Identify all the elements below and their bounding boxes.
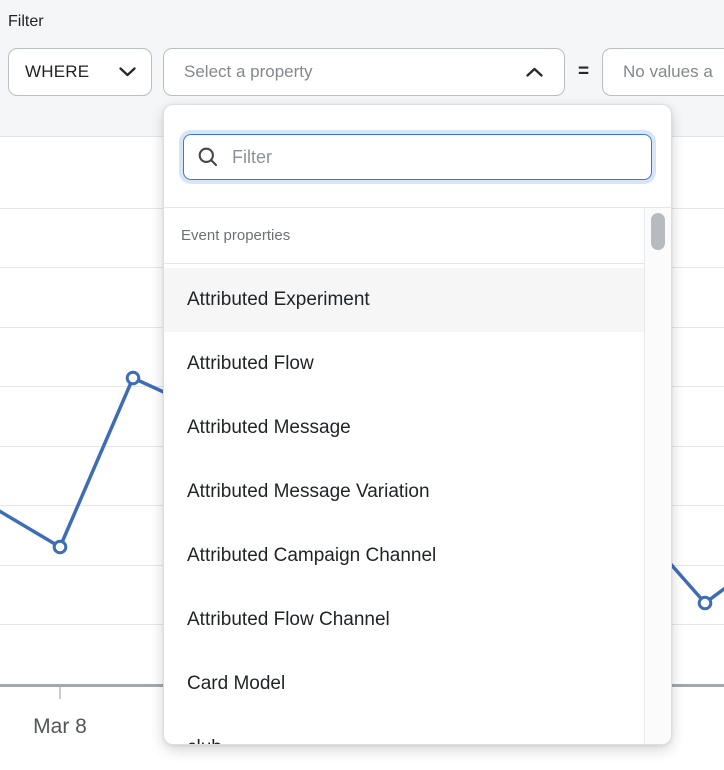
- property-select[interactable]: Select a property: [163, 48, 565, 96]
- scrollbar-track[interactable]: [644, 208, 671, 744]
- property-option[interactable]: Attributed Campaign Channel: [164, 524, 644, 588]
- property-option[interactable]: Attributed Experiment: [164, 268, 644, 332]
- dropdown-search-section: [164, 105, 671, 208]
- analytics-filter-screen: Mar 8 Filter WHERE Select a property = N…: [0, 0, 724, 770]
- where-operator-button[interactable]: WHERE: [8, 48, 152, 96]
- property-option[interactable]: Attributed Message Variation: [164, 460, 644, 524]
- property-select-placeholder: Select a property: [184, 62, 313, 82]
- scrollbar-thumb[interactable]: [651, 213, 665, 250]
- property-option[interactable]: Attributed Message: [164, 396, 644, 460]
- property-option[interactable]: Attributed Flow: [164, 332, 644, 396]
- chevron-up-icon: [526, 67, 543, 77]
- chart-line-segment: [0, 378, 168, 547]
- filter-section-label: Filter: [8, 13, 44, 31]
- property-list-region: Event properties Attributed Experiment A…: [164, 208, 671, 744]
- chart-data-point: [699, 597, 711, 609]
- values-select-placeholder: No values a: [623, 62, 713, 82]
- values-select[interactable]: No values a: [602, 48, 724, 96]
- property-option[interactable]: Attributed Flow Channel: [164, 588, 644, 652]
- property-dropdown-panel: Event properties Attributed Experiment A…: [163, 104, 672, 745]
- chevron-down-icon: [119, 67, 136, 77]
- chart-line-segment: [668, 561, 724, 603]
- dropdown-search-input[interactable]: [230, 146, 639, 169]
- x-axis-label: Mar 8: [0, 715, 120, 739]
- property-list: Event properties Attributed Experiment A…: [164, 208, 644, 744]
- dropdown-search-box[interactable]: [183, 134, 652, 180]
- property-option[interactable]: club: [164, 716, 644, 744]
- group-header-event-properties: Event properties: [164, 208, 644, 264]
- property-option[interactable]: Card Model: [164, 652, 644, 716]
- chart-data-point: [54, 541, 66, 553]
- equals-operator: =: [565, 48, 602, 96]
- chart-data-point: [127, 372, 139, 384]
- x-axis-tick: [59, 687, 61, 699]
- where-operator-label: WHERE: [25, 62, 89, 82]
- search-icon: [197, 146, 219, 168]
